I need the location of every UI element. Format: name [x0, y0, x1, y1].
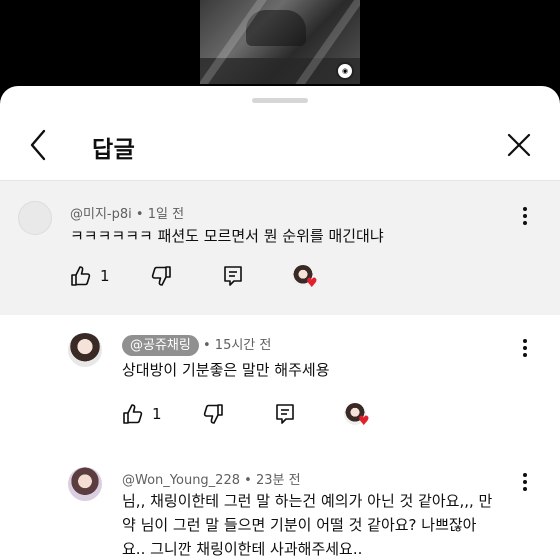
more-button[interactable] [522, 339, 528, 361]
comment-author[interactable]: @Won_Young_228 [122, 473, 240, 488]
comment-text-line: 약 님이 그런 말 들으면 기분이 어떨 것 같아요? 나쁘잖아 [122, 516, 477, 534]
comment-time: 15시간 전 [214, 338, 272, 353]
more-vertical-icon [522, 207, 528, 225]
replies-sheet: 답글 @미지-p8i • 1일 전 ㅋㅋㅋㅋㅋㅋ 패션도 모르면서 뭔 순위를 … [0, 86, 560, 560]
comment-text-line: 님,, 채링이한테 그런 말 하는건 예의가 아닌 것 같아요,,, 만 [122, 492, 493, 510]
reply-button[interactable] [222, 265, 244, 287]
back-button[interactable] [24, 128, 54, 162]
parent-comment: @미지-p8i • 1일 전 ㅋㅋㅋㅋㅋㅋ 패션도 모르면서 뭔 순위를 매긴대… [0, 181, 560, 315]
like-count: 1 [152, 405, 162, 423]
reply-comment: @Won_Young_228 • 23분 전 님,, 채링이한테 그런 말 하는… [0, 455, 560, 560]
like-button[interactable]: 1 [122, 403, 162, 425]
creator-heart-icon: ♥ [344, 403, 370, 429]
close-icon [507, 133, 531, 157]
chevron-left-icon [30, 129, 46, 161]
comment-time: 1일 전 [147, 207, 185, 222]
reply-icon [224, 266, 242, 286]
reply-comment: @공쥬채링 • 15시간 전 상대방이 기분좋은 말만 해주세용 1 ♥ [0, 315, 560, 455]
heart-icon: ♥ [358, 414, 370, 429]
comment-meta: @Won_Young_228 • 23분 전 [122, 469, 301, 488]
close-button[interactable] [506, 132, 532, 158]
avatar[interactable] [18, 201, 52, 235]
comment-meta: @미지-p8i • 1일 전 [70, 203, 184, 222]
dislike-button[interactable] [202, 403, 224, 425]
reply-icon [276, 404, 294, 424]
comment-text-line: 요.. 그니깐 채링이한테 사과해주세요.. [122, 540, 363, 558]
dislike-button[interactable] [150, 265, 172, 287]
comment-meta: @공쥬채링 • 15시간 전 [122, 334, 272, 356]
avatar[interactable] [68, 467, 102, 501]
more-vertical-icon [522, 473, 528, 491]
reply-button[interactable] [274, 403, 296, 425]
meta-separator: • [244, 473, 252, 488]
thumbs-up-icon [71, 266, 91, 286]
meta-separator: • [135, 207, 144, 222]
thumbs-down-icon [151, 266, 171, 286]
channel-badge-icon[interactable]: ◉ [336, 62, 354, 80]
thumbs-down-icon [203, 404, 223, 424]
comment-author[interactable]: @미지-p8i [70, 207, 132, 222]
heart-icon: ♥ [306, 276, 318, 291]
comment-text: 상대방이 기분좋은 말만 해주세용 [122, 361, 330, 379]
more-button[interactable] [522, 207, 528, 229]
comment-text: 님,, 채링이한테 그런 말 하는건 예의가 아닌 것 같아요,,, 만 약 님… [122, 489, 542, 560]
sheet-header: 답글 [0, 114, 560, 180]
thumbs-up-icon [123, 404, 143, 424]
meta-separator: • [202, 338, 211, 353]
creator-heart-icon: ♥ [292, 265, 318, 291]
like-button[interactable]: 1 [70, 265, 110, 287]
like-count: 1 [100, 267, 110, 285]
sheet-drag-handle[interactable] [252, 98, 308, 103]
video-area: ◉ [0, 0, 560, 90]
comment-text: ㅋㅋㅋㅋㅋㅋ 패션도 모르면서 뭔 순위를 매긴대냐 [70, 227, 384, 245]
comment-author[interactable]: @공쥬채링 [122, 335, 199, 356]
more-vertical-icon [522, 339, 528, 357]
comment-time: 23분 전 [255, 473, 301, 488]
avatar[interactable] [68, 333, 102, 367]
sheet-title: 답글 [92, 137, 136, 163]
more-button[interactable] [522, 473, 528, 495]
